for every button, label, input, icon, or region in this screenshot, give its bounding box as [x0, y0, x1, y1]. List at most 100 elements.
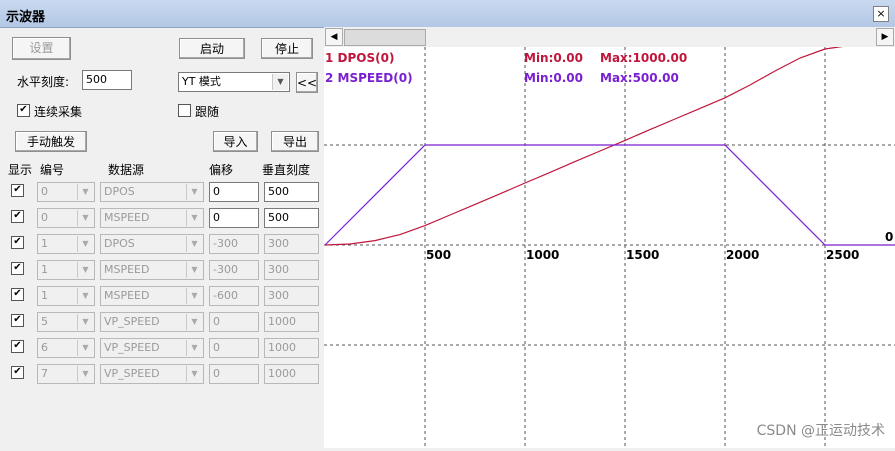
column-source: 数据源	[108, 163, 145, 177]
row-offset-input[interactable]: -600	[209, 286, 259, 306]
row-vscale-input[interactable]: 1000	[264, 338, 319, 358]
x-tick-label: 2000	[726, 248, 759, 262]
row-num-value: 0	[41, 185, 48, 198]
row-num-value: 7	[41, 367, 48, 380]
manual-trigger-button[interactable]: 手动触发	[15, 131, 87, 152]
series-max-label: Max:500.00	[600, 71, 679, 85]
row-source-select[interactable]: DPOS ▼	[100, 182, 204, 202]
watermark: CSDN @正运动技术	[756, 423, 885, 439]
row-offset-input[interactable]: 0	[209, 312, 259, 332]
row-show-checkbox[interactable]: ✔	[11, 366, 24, 379]
chevron-down-icon: ▼	[186, 288, 202, 304]
mode-value: YT 模式	[182, 75, 221, 88]
row-vscale-input[interactable]: 1000	[264, 364, 319, 384]
chevron-down-icon: ▼	[77, 366, 93, 382]
row-show-checkbox[interactable]: ✔	[11, 236, 24, 249]
scroll-left-icon[interactable]: ◀	[325, 28, 343, 46]
column-num: 编号	[40, 163, 65, 177]
row-num-select[interactable]: 1 ▼	[37, 286, 95, 306]
row-source-select[interactable]: MSPEED ▼	[100, 286, 204, 306]
row-source-select[interactable]: MSPEED ▼	[100, 260, 204, 280]
row-num-value: 1	[41, 263, 48, 276]
row-num-value: 1	[41, 289, 48, 302]
row-offset-input[interactable]: 0	[209, 364, 259, 384]
row-offset-input[interactable]: 0	[209, 182, 259, 202]
stop-button[interactable]: 停止	[261, 38, 313, 59]
row-show-checkbox[interactable]: ✔	[11, 262, 24, 275]
series-min-label: Min:0.00	[524, 51, 583, 65]
chevron-down-icon: ▼	[77, 262, 93, 278]
chevron-down-icon: ▼	[77, 236, 93, 252]
row-show-checkbox[interactable]: ✔	[11, 340, 24, 353]
scope-plot-area: 500 1000 1500 2000 2500 0 1 DPOS(0) Min:0.00 Max…	[324, 27, 895, 448]
row-num-value: 0	[41, 211, 48, 224]
series-max-label: Max:1000.00	[600, 51, 687, 65]
row-num-select[interactable]: 6 ▼	[37, 338, 95, 358]
chevron-down-icon: ▼	[77, 340, 93, 356]
row-source-select[interactable]: DPOS ▼	[100, 234, 204, 254]
row-source-value: MSPEED	[104, 211, 150, 224]
series-min-label: Min:0.00	[524, 71, 583, 85]
chevron-down-icon: ▼	[186, 210, 202, 226]
chevron-down-icon: ▼	[186, 366, 202, 382]
row-offset-input[interactable]: 0	[209, 338, 259, 358]
row-source-value: VP_SPEED	[104, 367, 160, 380]
row-show-checkbox[interactable]: ✔	[11, 184, 24, 197]
row-vscale-input[interactable]: 300	[264, 286, 319, 306]
series-name-label: 1 DPOS(0)	[325, 51, 394, 65]
row-source-select[interactable]: VP_SPEED ▼	[100, 338, 204, 358]
settings-button[interactable]: 设置	[12, 37, 71, 60]
row-vscale-input[interactable]: 300	[264, 234, 319, 254]
x-tick-label: 2500	[826, 248, 859, 262]
row-offset-input[interactable]: 0	[209, 208, 259, 228]
column-vscale: 垂直刻度	[262, 163, 311, 177]
row-source-value: MSPEED	[104, 289, 150, 302]
chevron-down-icon: ▼	[77, 210, 93, 226]
hscale-input[interactable]: 500	[82, 70, 132, 90]
row-show-checkbox[interactable]: ✔	[11, 210, 24, 223]
x-tick-label: 1500	[626, 248, 659, 262]
scroll-right-icon[interactable]: ▶	[876, 28, 894, 46]
chevron-down-icon: ▼	[186, 340, 202, 356]
row-vscale-input[interactable]: 300	[264, 260, 319, 280]
row-num-value: 6	[41, 341, 48, 354]
row-source-value: VP_SPEED	[104, 341, 160, 354]
mode-select[interactable]: YT 模式 ▼	[178, 72, 290, 92]
row-vscale-input[interactable]: 500	[264, 182, 319, 202]
row-num-select[interactable]: 1 ▼	[37, 260, 95, 280]
row-source-select[interactable]: MSPEED ▼	[100, 208, 204, 228]
follow-checkbox[interactable]	[178, 104, 191, 117]
row-num-select[interactable]: 5 ▼	[37, 312, 95, 332]
series-line-2	[324, 144, 895, 246]
row-show-checkbox[interactable]: ✔	[11, 288, 24, 301]
row-num-select[interactable]: 7 ▼	[37, 364, 95, 384]
chevron-down-icon: ▼	[186, 236, 202, 252]
row-source-value: MSPEED	[104, 263, 150, 276]
chevron-down-icon: ▼	[77, 288, 93, 304]
continuous-label: 连续采集	[34, 105, 83, 119]
scroll-thumb[interactable]	[344, 29, 426, 46]
series-name-label: 2 MSPEED(0)	[325, 71, 413, 85]
title-bar: 示波器 ×	[0, 0, 895, 28]
chevron-down-icon: ▼	[77, 314, 93, 330]
continuous-checkbox[interactable]: ✔	[17, 104, 30, 117]
row-vscale-input[interactable]: 1000	[264, 312, 319, 332]
row-source-select[interactable]: VP_SPEED ▼	[100, 364, 204, 384]
row-offset-input[interactable]: -300	[209, 260, 259, 280]
collapse-button[interactable]: <<	[296, 72, 318, 93]
row-num-select[interactable]: 0 ▼	[37, 182, 95, 202]
chevron-down-icon: ▼	[186, 262, 202, 278]
horizontal-scrollbar[interactable]: ◀ ▶	[324, 27, 895, 47]
scope-chart: 500 1000 1500 2000 2500 0 1 DPOS(0) Min:0.00 Max…	[324, 44, 895, 448]
row-vscale-input[interactable]: 500	[264, 208, 319, 228]
row-offset-input[interactable]: -300	[209, 234, 259, 254]
row-num-select[interactable]: 1 ▼	[37, 234, 95, 254]
start-button[interactable]: 启动	[179, 38, 245, 59]
row-num-select[interactable]: 0 ▼	[37, 208, 95, 228]
row-source-select[interactable]: VP_SPEED ▼	[100, 312, 204, 332]
close-button[interactable]: ×	[873, 6, 889, 22]
export-button[interactable]: 导出	[271, 131, 319, 152]
chevron-down-icon: ▼	[77, 184, 93, 200]
row-show-checkbox[interactable]: ✔	[11, 314, 24, 327]
import-button[interactable]: 导入	[213, 131, 258, 152]
